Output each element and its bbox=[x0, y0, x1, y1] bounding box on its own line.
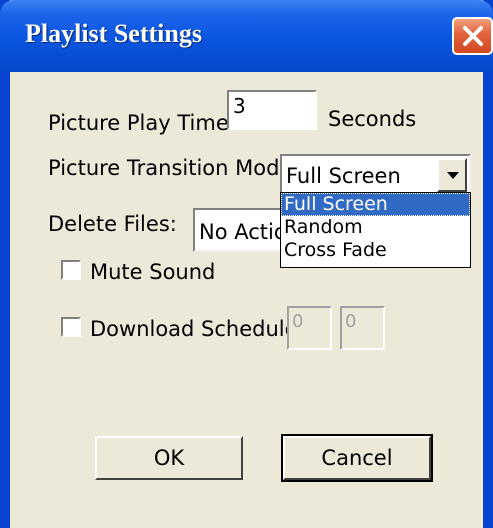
schedule-start-value: 0 bbox=[292, 311, 304, 332]
picture-play-time-input[interactable]: 3 bbox=[227, 90, 317, 130]
window-title: Playlist Settings bbox=[25, 19, 202, 48]
download-schedule-label: Download Schedule bbox=[90, 317, 298, 341]
delete-files-select[interactable]: No Action bbox=[193, 208, 293, 252]
close-button[interactable] bbox=[452, 17, 493, 55]
cancel-button[interactable]: Cancel bbox=[281, 434, 433, 482]
schedule-end-value: 0 bbox=[345, 311, 357, 332]
option-cross-fade[interactable]: Cross Fade bbox=[281, 239, 470, 262]
picture-play-time-label: Picture Play Time: bbox=[48, 111, 236, 135]
seconds-label: Seconds bbox=[328, 107, 417, 131]
picture-play-time-value: 3 bbox=[233, 94, 246, 118]
transition-dropdown-button[interactable] bbox=[437, 158, 467, 192]
transition-options-list: Full Screen Random Cross Fade bbox=[280, 192, 471, 268]
transition-mode-select[interactable]: Full Screen bbox=[280, 154, 471, 194]
delete-files-label: Delete Files: bbox=[48, 212, 177, 236]
download-schedule-checkbox[interactable] bbox=[61, 317, 81, 337]
ok-button[interactable]: OK bbox=[95, 436, 243, 480]
schedule-end-input[interactable]: 0 bbox=[340, 306, 385, 350]
transition-mode-value: Full Screen bbox=[286, 164, 401, 188]
transition-mode-label: Picture Transition Mode: bbox=[48, 156, 300, 180]
mute-sound-label: Mute Sound bbox=[90, 260, 216, 284]
option-full-screen[interactable]: Full Screen bbox=[281, 193, 470, 216]
mute-sound-checkbox[interactable] bbox=[61, 260, 81, 280]
schedule-start-input[interactable]: 0 bbox=[287, 306, 332, 350]
option-random[interactable]: Random bbox=[281, 216, 470, 239]
title-bar[interactable]: Playlist Settings bbox=[0, 0, 493, 72]
delete-files-value: No Action bbox=[199, 220, 293, 244]
